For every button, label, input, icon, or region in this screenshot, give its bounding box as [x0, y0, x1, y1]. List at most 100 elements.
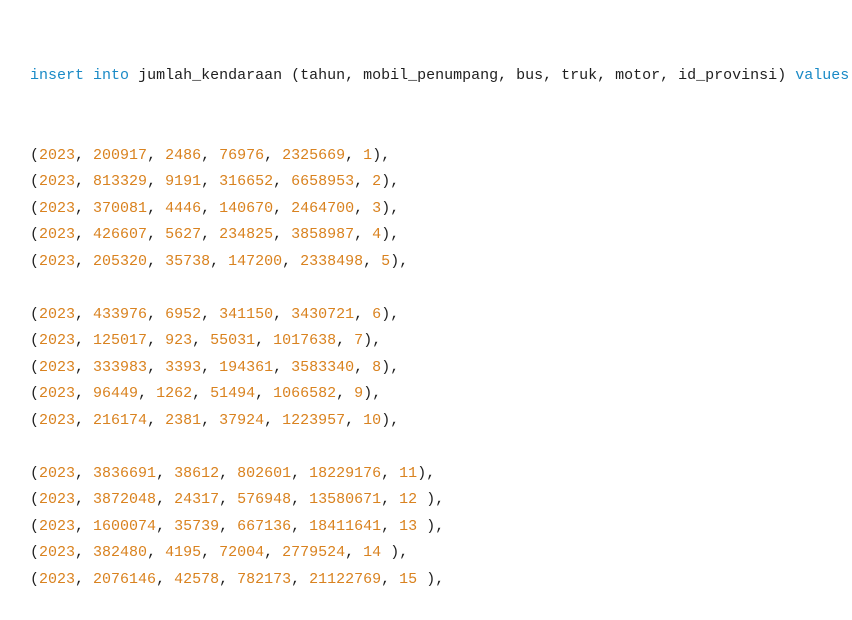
comma: , [75, 411, 94, 429]
number-value: 2023 [39, 252, 76, 270]
comma: , [201, 305, 220, 323]
comma: , [273, 358, 292, 376]
comma: , [147, 358, 166, 376]
number-value: 5627 [165, 226, 202, 243]
comma: , [354, 305, 373, 323]
number-value: 194361 [219, 358, 274, 376]
close-paren: ), [363, 385, 382, 402]
comma: , [381, 491, 400, 508]
value-row: (2023, 426607, 5627, 234825, 3858987, 4)… [30, 222, 849, 249]
number-value: 200917 [93, 146, 148, 164]
open-paren: ( [30, 173, 40, 190]
number-value: 2023 [39, 517, 76, 535]
value-row: (2023, 3836691, 38612, 802601, 18229176,… [30, 461, 849, 488]
number-value: 15 [399, 570, 418, 588]
number-value: 2023 [39, 358, 76, 376]
number-value: 3430721 [291, 305, 355, 323]
value-row: (2023, 1600074, 35739, 667136, 18411641,… [30, 514, 849, 541]
number-value: 14 [363, 544, 382, 561]
value-row: (2023, 813329, 9191, 316652, 6658953, 2)… [30, 169, 849, 196]
close-paren: ), [417, 491, 445, 508]
sql-code-block: insert into jumlah_kendaraan (tahun, mob… [30, 10, 849, 620]
insert-statement-header: insert into jumlah_kendaraan (tahun, mob… [30, 63, 849, 90]
number-value: 2338498 [300, 252, 364, 270]
number-value: 55031 [210, 332, 256, 349]
comma: , [75, 358, 94, 376]
comma: , [147, 173, 166, 190]
number-value: 37924 [219, 411, 265, 429]
number-value: 2023 [39, 146, 76, 164]
comma: , [156, 517, 175, 535]
close-paren: ), [381, 173, 400, 190]
number-value: 1017638 [273, 332, 337, 349]
number-value: 12 [399, 491, 418, 508]
number-value: 802601 [237, 464, 292, 482]
number-value: 333983 [93, 358, 148, 376]
number-value: 10 [363, 411, 382, 429]
number-value: 4195 [165, 544, 202, 561]
number-value: 382480 [93, 544, 148, 561]
number-value: 2381 [165, 411, 202, 429]
number-value: 11 [399, 464, 418, 482]
number-value: 341150 [219, 305, 274, 323]
number-value: 2023 [39, 305, 76, 323]
comma: , [219, 464, 238, 482]
number-value: 96449 [93, 385, 139, 402]
comma: , [147, 226, 166, 243]
comma: , [147, 252, 166, 270]
number-value: 2023 [39, 411, 76, 429]
comma: , [75, 570, 94, 588]
number-value: 3583340 [291, 358, 355, 376]
number-value: 205320 [93, 252, 148, 270]
comma: , [147, 146, 166, 164]
number-value: 2023 [39, 199, 76, 217]
number-value: 1223957 [282, 411, 346, 429]
number-value: 13 [399, 517, 418, 535]
number-value: 216174 [93, 411, 148, 429]
value-row: (2023, 125017, 923, 55031, 1017638, 7), [30, 328, 849, 355]
number-value: 2023 [39, 464, 76, 482]
number-value: 18229176 [309, 464, 382, 482]
close-paren: ), [381, 305, 400, 323]
close-paren: ), [372, 146, 391, 164]
value-row: (2023, 200917, 2486, 76976, 2325669, 1), [30, 143, 849, 170]
comma: , [147, 305, 166, 323]
comma: , [147, 411, 166, 429]
number-value: 6 [372, 305, 382, 323]
number-value: 426607 [93, 226, 148, 243]
comma: , [219, 517, 238, 535]
close-paren: ), [381, 226, 400, 243]
close-paren: ), [363, 332, 382, 349]
comma: , [219, 570, 238, 588]
comma: , [75, 464, 94, 482]
number-value: 2023 [39, 385, 76, 402]
comma: , [192, 385, 211, 402]
keyword-into: into [93, 67, 130, 84]
keyword-values: values [795, 67, 850, 84]
close-paren: ), [417, 517, 445, 535]
comma: , [156, 464, 175, 482]
comma: , [255, 332, 274, 349]
number-value: 51494 [210, 385, 256, 402]
number-value: 42578 [174, 570, 220, 588]
comma: , [354, 358, 373, 376]
number-value: 24317 [174, 491, 220, 508]
comma: , [156, 570, 175, 588]
comma: , [75, 199, 94, 217]
comma: , [75, 226, 94, 243]
comma: , [201, 173, 220, 190]
close-paren: ), [417, 464, 436, 482]
number-value: 2023 [39, 173, 76, 190]
number-value: 923 [165, 332, 193, 349]
comma: , [345, 544, 364, 561]
close-paren: ), [381, 358, 400, 376]
comma: , [147, 544, 166, 561]
number-value: 813329 [93, 173, 148, 190]
comma: , [345, 146, 364, 164]
close-paren: ), [381, 544, 409, 561]
open-paren: ( [30, 385, 40, 402]
comma: , [354, 173, 373, 190]
number-value: 35739 [174, 517, 220, 535]
value-row: (2023, 333983, 3393, 194361, 3583340, 8)… [30, 355, 849, 382]
